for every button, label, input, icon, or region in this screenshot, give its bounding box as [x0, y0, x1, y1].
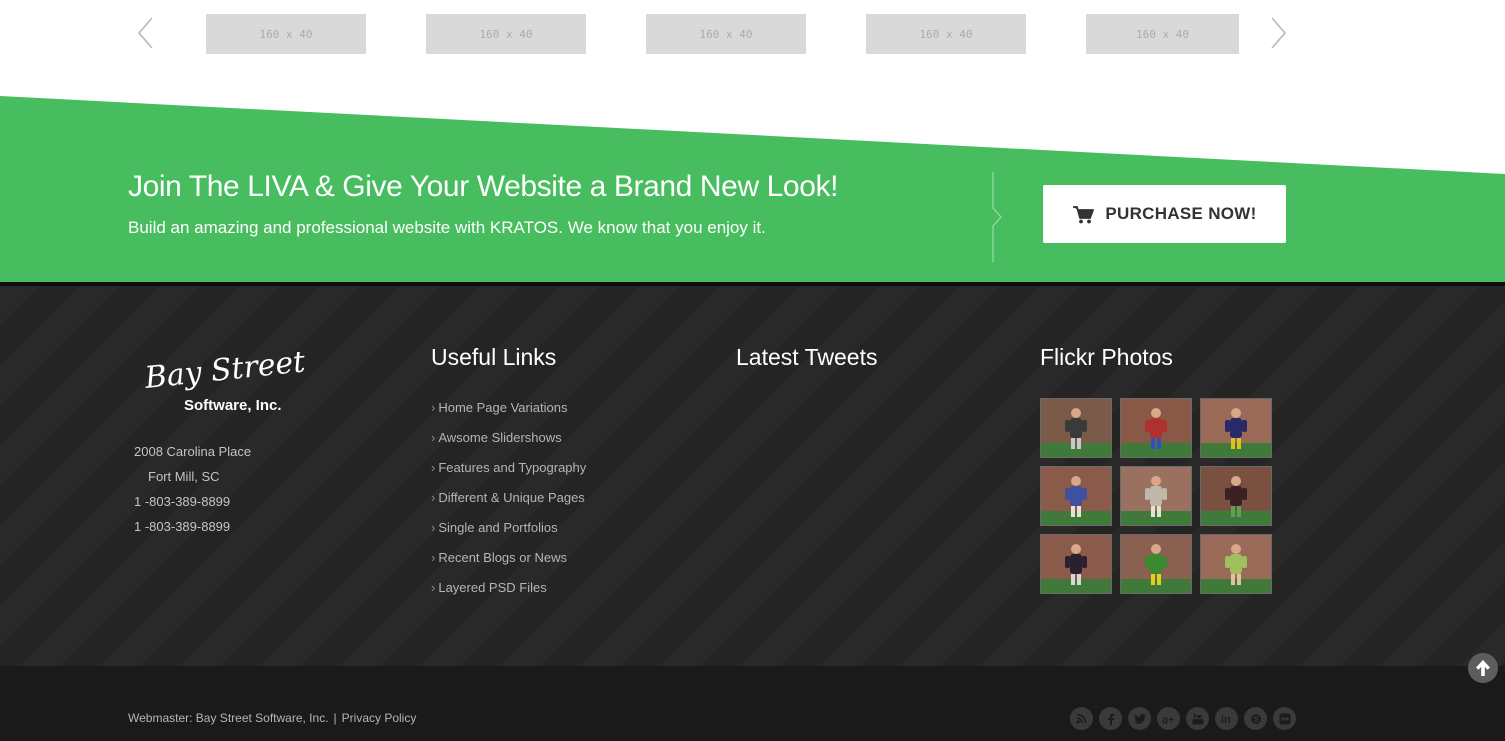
useful-link[interactable]: › Single and Portfolios [431, 520, 586, 550]
carousel-prev-arrow[interactable] [136, 16, 156, 50]
phone-number: 1 -803-389-8899 [134, 494, 231, 509]
flickr-photo-thumbnail[interactable] [1200, 534, 1272, 594]
useful-link[interactable]: › Features and Typography [431, 460, 586, 490]
chevron-right-icon: › [431, 580, 436, 595]
chevron-right-icon: › [431, 460, 436, 475]
promo-banner-title: Join The LIVA & Give Your Website a Bran… [128, 170, 839, 203]
latest-tweets-heading: Latest Tweets [736, 344, 878, 370]
chevron-right-icon: › [431, 430, 436, 445]
twitter-icon[interactable] [1128, 707, 1151, 730]
carousel-next-arrow[interactable] [1268, 16, 1288, 50]
scroll-to-top-button[interactable] [1468, 653, 1498, 683]
useful-link[interactable]: › Awsome Slidershows [431, 430, 586, 460]
flickr-photo-thumbnail[interactable] [1040, 466, 1112, 526]
useful-link[interactable]: › Recent Blogs or News [431, 550, 586, 580]
chevron-left-icon [137, 17, 153, 49]
svg-text:Bay Street: Bay Street [142, 352, 308, 396]
arrow-up-icon [1476, 660, 1490, 676]
facebook-icon[interactable] [1099, 707, 1122, 730]
useful-link[interactable]: › Home Page Variations [431, 400, 586, 430]
chevron-right-icon: › [431, 550, 436, 565]
client-logo-placeholder[interactable]: 160 x 40 [1086, 14, 1239, 54]
webmaster-link[interactable]: Webmaster: Bay Street Software, Inc. [128, 711, 329, 725]
flickr-photo-grid [1040, 398, 1272, 594]
svg-text:Software, Inc.: Software, Inc. [184, 397, 282, 414]
flickr-photo-thumbnail[interactable] [1120, 398, 1192, 458]
chevron-right-icon: › [431, 400, 436, 415]
social-links: g+ in S [1070, 707, 1296, 730]
bay-street-software-logo: Bay Street Software, Inc. [142, 352, 308, 414]
flickr-photo-thumbnail[interactable] [1200, 466, 1272, 526]
privacy-policy-link[interactable]: Privacy Policy [342, 711, 417, 725]
useful-link[interactable]: › Different & Unique Pages [431, 490, 586, 520]
flickr-photo-thumbnail[interactable] [1040, 398, 1112, 458]
svg-text:in: in [1221, 714, 1231, 724]
site-footer [0, 282, 1505, 666]
flickr-photo-thumbnail[interactable] [1120, 534, 1192, 594]
chevron-right-icon: › [431, 490, 436, 505]
promo-banner-subtitle: Build an amazing and professional websit… [128, 218, 766, 237]
flickr-icon[interactable] [1273, 707, 1296, 730]
client-logo-placeholder[interactable]: 160 x 40 [646, 14, 806, 54]
rss-icon[interactable] [1070, 707, 1093, 730]
banner-divider [992, 172, 1002, 262]
svg-text:S: S [1253, 715, 1259, 724]
flickr-photo-thumbnail[interactable] [1200, 398, 1272, 458]
client-logo-placeholder[interactable]: 160 x 40 [866, 14, 1026, 54]
useful-links-list: › Home Page Variations › Awsome Slidershow… [431, 400, 586, 610]
svg-text:g+: g+ [1162, 715, 1174, 724]
youtube-icon[interactable] [1186, 707, 1209, 730]
client-logo-carousel: 160 x 40 160 x 40 160 x 40 160 x 40 160 … [0, 0, 1505, 100]
linkedin-icon[interactable]: in [1215, 707, 1238, 730]
google-plus-icon[interactable]: g+ [1157, 707, 1180, 730]
flickr-photo-thumbnail[interactable] [1040, 534, 1112, 594]
address-street: 2008 Carolina Place [134, 444, 252, 459]
useful-links-heading: Useful Links [431, 344, 557, 370]
address-city: Fort Mill, SC [148, 469, 220, 484]
useful-link[interactable]: › Layered PSD Files [431, 580, 586, 610]
phone-number: 1 -803-389-8899 [134, 519, 231, 534]
client-logo-placeholder[interactable]: 160 x 40 [426, 14, 586, 54]
purchase-now-label: PURCHASE NOW! [1105, 204, 1257, 223]
copyright-text: Webmaster: Bay Street Software, Inc. | Pri… [128, 711, 416, 725]
flickr-photo-thumbnail[interactable] [1120, 466, 1192, 526]
chevron-right-icon [1271, 17, 1287, 49]
separator: | [333, 711, 337, 725]
client-logo-placeholder[interactable]: 160 x 40 [206, 14, 366, 54]
flickr-photos-heading: Flickr Photos [1040, 344, 1173, 370]
skype-icon[interactable]: S [1244, 707, 1267, 730]
purchase-now-button[interactable]: PURCHASE NOW! [1043, 185, 1286, 243]
chevron-right-icon: › [431, 520, 436, 535]
shopping-cart-icon [1073, 205, 1095, 223]
